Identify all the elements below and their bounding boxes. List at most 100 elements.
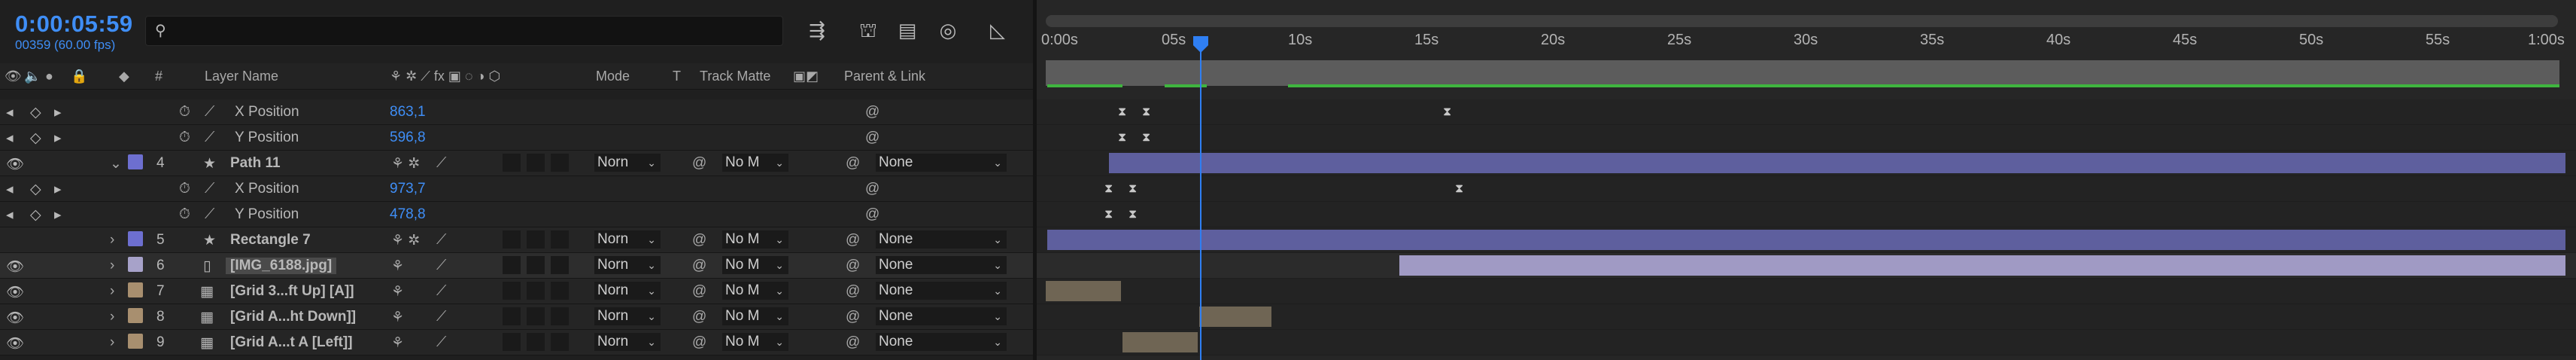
next-keyframe-icon[interactable]: ▸ [54,130,62,147]
blend-mode-select[interactable]: Norn ⌄ [594,230,661,249]
quality-switch-icon[interactable]: ⟋ [436,283,446,300]
layer-row[interactable]: › 5 ★ Rectangle 7 ⚘ ✲ ⟋ Norn ⌄ @ No M ⌄ @ … [0,227,1037,253]
layer-duration-bar[interactable] [1199,307,1271,327]
label-color[interactable] [128,257,143,272]
shy-switch-icon[interactable]: ⚘ [391,309,404,326]
switch-box[interactable] [527,154,545,172]
parent-select[interactable]: None ⌄ [876,256,1007,274]
quality-switch-icon[interactable]: ⟋ [436,155,446,172]
property-row[interactable]: ◂ ◇ ▸ ⏱ ⟋ Y Position 596,8 @ [0,125,1037,151]
property-value[interactable]: 973,7 [390,181,426,197]
track-row[interactable] [1037,227,2576,253]
current-time-indicator-line[interactable] [1200,42,1201,360]
keyframe-icon[interactable]: ⧗ [1129,182,1137,196]
track-matte-select[interactable]: No M ⌄ [722,333,788,351]
switch-box[interactable] [527,282,545,300]
track-matte-select[interactable]: No M ⌄ [722,282,788,300]
matte-pickwhip-icon[interactable]: @ [692,334,706,351]
keyframe-icon[interactable]: ⧗ [1104,208,1113,221]
property-row[interactable]: ◂ ◇ ▸ ⏱ ⟋ X Position 973,7 @ [0,176,1037,202]
track-row[interactable] [1037,330,2576,355]
time-navigator-bar[interactable] [1046,15,2558,27]
column-parent-link[interactable]: Parent & Link [844,69,925,84]
switch-box[interactable] [551,256,569,274]
eye-icon[interactable]: 👁 [6,155,24,173]
layer-duration-bar[interactable] [1399,255,2565,276]
layer-search-input[interactable]: ⚲ [145,16,783,46]
graph-icon[interactable]: ⟋ [205,206,214,223]
parent-pickwhip-icon[interactable]: @ [846,283,860,300]
layer-row-selected[interactable]: 👁 › 6 ▯ [IMG_6188.jpg] ⚘ ⟋ Norn ⌄ @ No M ⌄… [0,253,1037,279]
parent-pickwhip-icon[interactable]: @ [846,309,860,325]
blend-mode-select[interactable]: Norn ⌄ [594,333,661,351]
switch-box[interactable] [551,282,569,300]
matte-pickwhip-icon[interactable]: @ [692,155,706,172]
quality-switch-icon[interactable]: ⟋ [436,258,446,274]
graph-icon[interactable]: ⟋ [205,130,214,146]
layer-row[interactable]: 👁 › 9 ▦ [Grid A...t A [Left]] ⚘ ⟋ Norn ⌄ … [0,330,1037,355]
layer-name[interactable]: [Grid A...ht Down]] [230,309,356,325]
blend-mode-select[interactable]: Norn ⌄ [594,256,661,274]
keyframe-icon[interactable]: ⧗ [1142,131,1150,145]
property-value[interactable]: 596,8 [390,130,426,146]
parent-select[interactable]: None ⌄ [876,230,1007,249]
label-color[interactable] [128,282,143,297]
track-matte-select[interactable]: No M ⌄ [722,230,788,249]
property-row[interactable]: ◂ ◇ ▸ ⏱ ⟋ X Position 863,1 @ [0,99,1037,125]
switch-box[interactable] [527,256,545,274]
property-row[interactable]: ◂ ◇ ▸ ⏱ ⟋ Y Position 478,8 @ [0,202,1037,227]
shy-switch-icon[interactable]: ⚘ [391,283,404,301]
track-row[interactable]: ⧗ ⧗ [1037,202,2576,227]
layer-duration-bar[interactable] [1109,153,2565,173]
track-row[interactable] [1037,279,2576,304]
current-time-display[interactable]: 0:00:05:59 [15,11,133,38]
track-row[interactable]: ⧗ ⧗ ⧗ [1037,176,2576,202]
switch-box[interactable] [551,154,569,172]
matte-pickwhip-icon[interactable]: @ [692,258,706,274]
track-row[interactable] [1037,253,2576,279]
stopwatch-icon[interactable]: ⏱ [179,206,190,223]
track-row[interactable] [1037,151,2576,176]
add-keyframe-icon[interactable]: ◇ [30,206,41,224]
matte-pickwhip-icon[interactable]: @ [692,309,706,325]
layer-row[interactable]: 👁 › 7 ▦ [Grid 3...ft Up] [A]] ⚘ ⟋ Norn ⌄ … [0,279,1037,304]
keyframe-icon[interactable]: ⧗ [1129,208,1137,221]
graph-editor-icon[interactable]: ◺ [983,17,1013,44]
switch-box[interactable] [527,307,545,325]
layer-duration-bar[interactable] [1046,281,1121,301]
blend-mode-select[interactable]: Norn ⌄ [594,282,661,300]
parent-select[interactable]: None ⌄ [876,307,1007,325]
graph-icon[interactable]: ⟋ [205,181,214,197]
switch-box[interactable] [503,256,521,274]
layer-name[interactable]: Rectangle 7 [230,232,311,249]
label-color[interactable] [128,334,143,349]
expression-pickwhip-icon[interactable]: @ [865,104,879,121]
label-color[interactable] [128,231,143,246]
work-area-bar[interactable] [1046,60,2559,86]
column-mode[interactable]: Mode [596,69,630,84]
keyframe-icon[interactable]: ⧗ [1443,105,1451,119]
time-ruler[interactable]: 0:00s 05s 10s 15s 20s 25s 30s 35s 40s 45… [1041,32,2565,57]
track-matte-select[interactable]: No M ⌄ [722,307,788,325]
parent-select[interactable]: None ⌄ [876,333,1007,351]
next-keyframe-icon[interactable]: ▸ [54,206,62,224]
layer-row[interactable]: 👁 › 8 ▦ [Grid A...ht Down]] ⚘ ⟋ Norn ⌄ @ … [0,304,1037,330]
property-value[interactable]: 863,1 [390,104,426,121]
stopwatch-icon[interactable]: ⏱ [179,130,190,146]
switch-box[interactable] [527,230,545,249]
label-color[interactable] [128,154,143,169]
stopwatch-icon[interactable]: ⏱ [179,104,190,121]
switch-box[interactable] [551,230,569,249]
blend-mode-select[interactable]: Norn ⌄ [594,307,661,325]
eye-icon[interactable]: 👁 [6,283,24,301]
next-keyframe-icon[interactable]: ▸ [54,181,62,198]
prev-keyframe-icon[interactable]: ◂ [6,206,14,224]
add-keyframe-icon[interactable]: ◇ [30,104,41,121]
graph-icon[interactable]: ⟋ [205,104,214,121]
expression-pickwhip-icon[interactable]: @ [865,206,879,223]
layer-name[interactable]: [Grid A...t A [Left]] [230,334,353,351]
expand-chevron-icon[interactable]: › [110,258,114,274]
composition-mini-flowchart-icon[interactable]: ⇶ [802,17,832,44]
solo-icon[interactable]: ● [45,69,53,84]
add-keyframe-icon[interactable]: ◇ [30,130,41,147]
